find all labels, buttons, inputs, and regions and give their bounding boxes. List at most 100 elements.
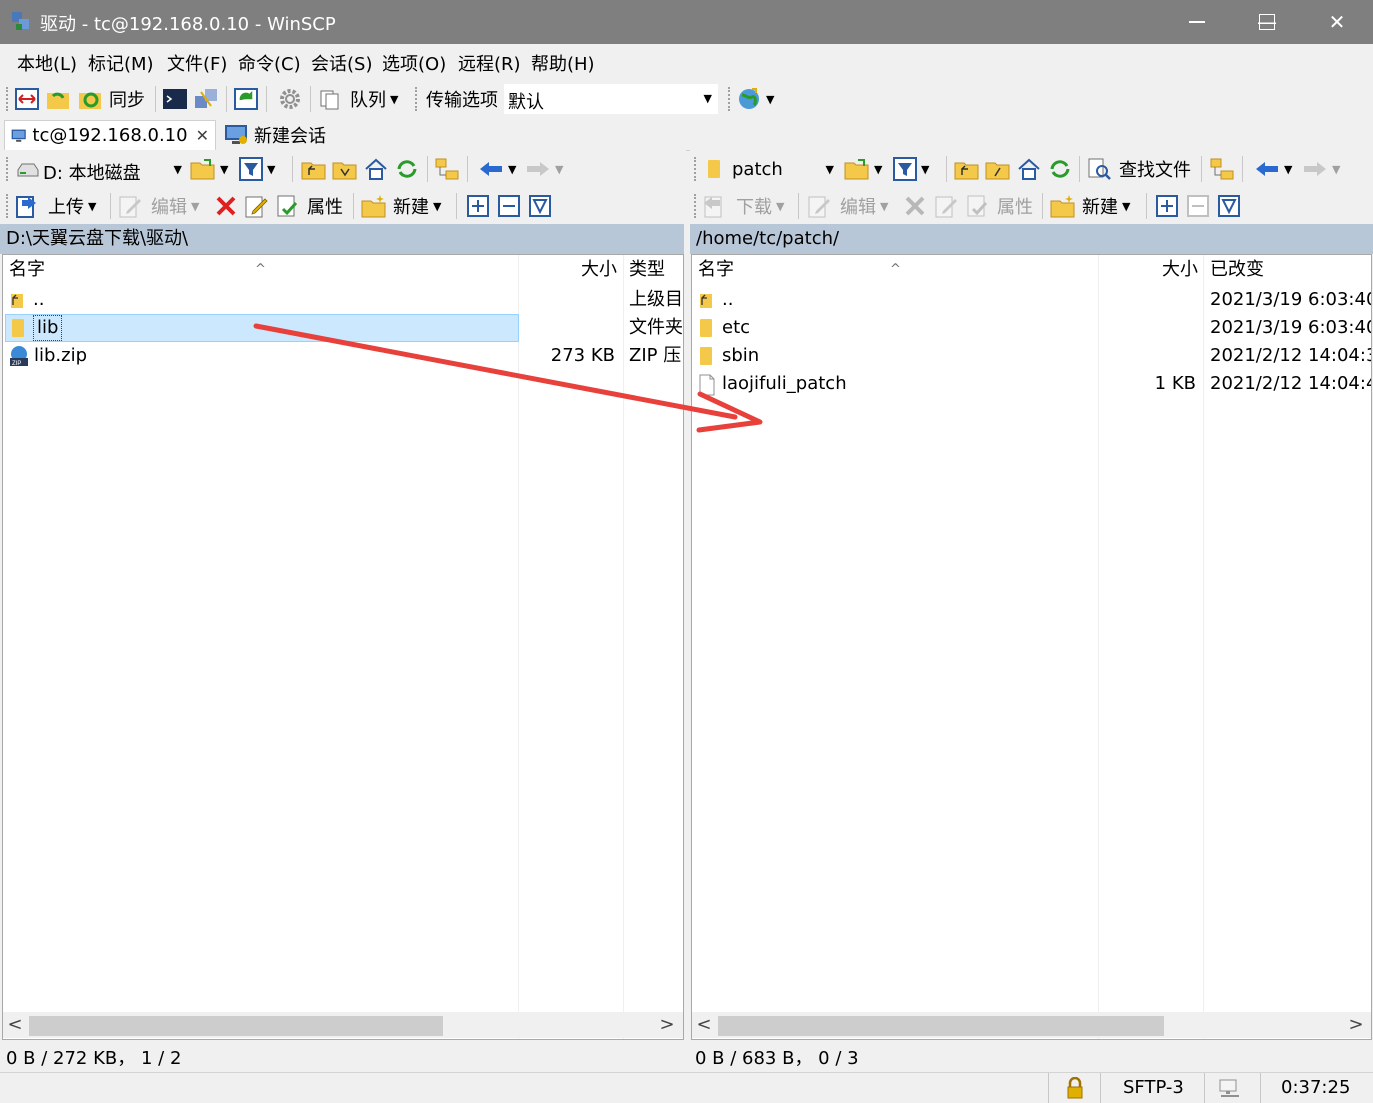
scroll-left-icon[interactable]: < <box>3 1012 27 1038</box>
menu-command[interactable]: 命令(C) <box>238 50 301 76</box>
refresh-panel-icon <box>234 88 258 110</box>
right-horizontal-scrollbar[interactable]: < > <box>692 1012 1371 1038</box>
transfer-settings-select[interactable]: 默认 ▼ <box>504 84 718 114</box>
table-row[interactable]: etc 2021/3/19 6:03:40 <box>692 314 1371 342</box>
synchronize-button[interactable]: 同步 <box>77 85 145 113</box>
left-drive-select[interactable]: D: 本地磁盘 ▼ <box>14 154 184 184</box>
right-properties-label: 属性 <box>997 197 1033 218</box>
left-open-dir-button[interactable]: ▼ <box>190 155 228 183</box>
table-row[interactable]: sbin 2021/2/12 14:04:3 <box>692 342 1371 370</box>
right-dir-select[interactable]: patch ▼ <box>702 154 836 184</box>
encryption-cell[interactable] <box>1048 1073 1100 1103</box>
left-home-button[interactable] <box>363 155 389 183</box>
left-col-size[interactable]: 大小 <box>581 255 617 285</box>
left-unselect-button[interactable] <box>497 192 521 220</box>
sync-browse-button[interactable] <box>45 85 71 113</box>
close-tab-icon[interactable]: ✕ <box>196 126 209 145</box>
scroll-thumb[interactable] <box>718 1016 1164 1036</box>
left-path-bar[interactable]: D:\天翼云盘下载\驱动\ <box>0 224 684 254</box>
right-unselect-button[interactable] <box>1186 192 1210 220</box>
left-file-list[interactable]: 名字 ^ 大小 类型 .. 上级目 lib 文件夹 ZIP lib.zip 27… <box>2 254 684 1040</box>
tab-session[interactable]: tc@192.168.0.10 ✕ <box>4 120 216 150</box>
menu-session[interactable]: 会话(S) <box>311 50 372 76</box>
left-col-type[interactable]: 类型 <box>629 255 665 285</box>
network-cell[interactable] <box>1204 1073 1260 1103</box>
left-root-dir-button[interactable] <box>332 155 358 183</box>
right-col-size[interactable]: 大小 <box>1162 255 1198 285</box>
right-select-all-button[interactable] <box>1217 192 1241 220</box>
left-action-toolbar: 上传 ▼ 编辑 ▼ 属性 新建 ▼ <box>0 188 686 224</box>
right-properties-button[interactable]: 属性 <box>965 192 1033 220</box>
menu-mark[interactable]: 标记(M) <box>88 50 154 76</box>
left-select-all-button[interactable] <box>528 192 552 220</box>
maximize-button[interactable] <box>1232 0 1302 44</box>
session-tab-bar: tc@192.168.0.10 ✕ 新建会话 <box>0 118 1373 151</box>
compare-icon <box>15 88 39 110</box>
menu-options[interactable]: 选项(O) <box>382 50 446 76</box>
menu-file[interactable]: 文件(F) <box>167 50 227 76</box>
scroll-thumb[interactable] <box>29 1016 443 1036</box>
left-rename-button[interactable] <box>243 192 269 220</box>
left-properties-button[interactable]: 属性 <box>275 192 343 220</box>
minimize-button-area[interactable] <box>1162 0 1232 44</box>
left-horizontal-scrollbar[interactable]: < > <box>3 1012 683 1038</box>
right-new-button[interactable]: 新建 ▼ <box>1050 192 1130 220</box>
table-row[interactable]: .. 2021/3/19 6:03:40 <box>692 286 1371 314</box>
menu-help[interactable]: 帮助(H) <box>531 50 595 76</box>
upload-button[interactable]: 上传 ▼ <box>14 192 96 220</box>
left-edit-button[interactable]: 编辑 ▼ <box>117 192 199 220</box>
right-select-button[interactable] <box>1155 192 1179 220</box>
left-delete-button[interactable] <box>213 192 239 220</box>
right-forward-button[interactable]: ▼ <box>1302 155 1340 183</box>
right-open-dir-button[interactable]: ▼ <box>844 155 882 183</box>
find-files-button[interactable]: 查找文件 <box>1087 155 1191 183</box>
left-back-button[interactable]: ▼ <box>478 155 516 183</box>
right-delete-button[interactable] <box>902 192 928 220</box>
scroll-right-icon[interactable]: > <box>655 1012 679 1038</box>
left-new-button[interactable]: 新建 ▼ <box>361 192 441 220</box>
table-row-selected[interactable]: lib <box>5 314 519 342</box>
right-refresh-button[interactable] <box>1047 155 1073 183</box>
preferences-button[interactable] <box>277 85 303 113</box>
menu-remote[interactable]: 远程(R) <box>458 50 521 76</box>
open-in-browser-button[interactable]: ▼ <box>736 85 774 113</box>
scroll-left-icon[interactable]: < <box>692 1012 716 1038</box>
right-home-button[interactable] <box>1016 155 1042 183</box>
right-col-changed[interactable]: 已改变 <box>1210 255 1264 285</box>
right-parent-dir-button[interactable] <box>954 155 980 183</box>
menu-local[interactable]: 本地(L) <box>17 50 77 76</box>
left-refresh-button[interactable] <box>394 155 420 183</box>
keep-remote-updated-button[interactable] <box>233 85 259 113</box>
tab-new-session[interactable]: 新建会话 <box>218 120 332 150</box>
download-button[interactable]: 下载 ▼ <box>702 192 784 220</box>
right-path-bar[interactable]: /home/tc/patch/ <box>690 224 1373 254</box>
right-tree-button[interactable] <box>1209 155 1235 183</box>
panel-splitter[interactable] <box>684 224 690 1070</box>
left-parent-dir-button[interactable] <box>301 155 327 183</box>
select-all-icon <box>529 195 551 217</box>
left-filter-button[interactable]: ▼ <box>239 155 275 183</box>
left-drive-label: D: 本地磁盘 <box>43 163 141 184</box>
left-forward-button[interactable]: ▼ <box>525 155 563 183</box>
left-select-button[interactable] <box>466 192 490 220</box>
table-row[interactable]: laojifuli_patch 1 KB 2021/2/12 14:04:4 <box>692 370 1371 398</box>
right-rename-button[interactable] <box>933 192 959 220</box>
compare-dirs-button[interactable] <box>14 85 40 113</box>
parent-folder-icon <box>954 162 979 180</box>
right-root-dir-button[interactable] <box>985 155 1011 183</box>
queue-button[interactable]: 队列 ▼ <box>318 85 398 113</box>
right-back-button[interactable]: ▼ <box>1254 155 1292 183</box>
putty-button[interactable] <box>193 85 219 113</box>
right-file-list[interactable]: 名字 ^ 大小 已改变 .. 2021/3/19 6:03:40 etc 202… <box>691 254 1372 1040</box>
right-col-name[interactable]: 名字 <box>698 255 734 285</box>
left-tree-button[interactable] <box>434 155 460 183</box>
left-col-name[interactable]: 名字 <box>9 255 45 285</box>
close-button[interactable]: ✕ <box>1302 0 1372 44</box>
right-filter-button[interactable]: ▼ <box>893 155 929 183</box>
dropdown-icon: ▼ <box>874 162 883 176</box>
open-terminal-button[interactable] <box>162 85 188 113</box>
table-row[interactable]: ZIP lib.zip 273 KB ZIP 压 <box>3 342 683 370</box>
scroll-right-icon[interactable]: > <box>1344 1012 1368 1038</box>
table-row[interactable]: .. 上级目 <box>3 286 683 314</box>
right-edit-button[interactable]: 编辑 ▼ <box>806 192 888 220</box>
